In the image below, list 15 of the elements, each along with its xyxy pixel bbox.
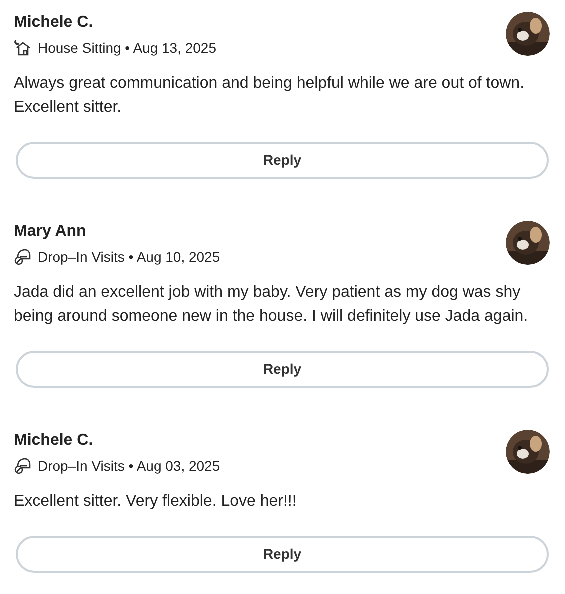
reviewer-name: Michele C.: [14, 431, 94, 451]
service-date: House Sitting • Aug 13, 2025: [38, 39, 216, 58]
reviewer-name: Mary Ann: [14, 222, 88, 242]
reply-button[interactable]: Reply: [16, 536, 549, 573]
reviewer-name: Michele C.: [14, 13, 94, 33]
house-icon: [14, 39, 32, 57]
review-text: Excellent sitter. Very flexible. Love her!!!: [14, 492, 298, 512]
review-text: Jada did an excellent job with my baby. Very patient as my dog was shy being around someone new in the house. I will definitely use Jada again.: [14, 283, 530, 327]
review-text: Always great communication and being helpful while we are out of town. Excellent sitter.: [14, 74, 526, 118]
service-date: Drop–In Visits • Aug 10, 2025: [38, 248, 220, 267]
service-date: Drop–In Visits • Aug 03, 2025: [38, 457, 220, 476]
reply-button[interactable]: Reply: [16, 351, 549, 388]
visit-icon: [14, 248, 32, 266]
visit-icon: [14, 457, 32, 475]
reply-button[interactable]: Reply: [16, 142, 549, 179]
